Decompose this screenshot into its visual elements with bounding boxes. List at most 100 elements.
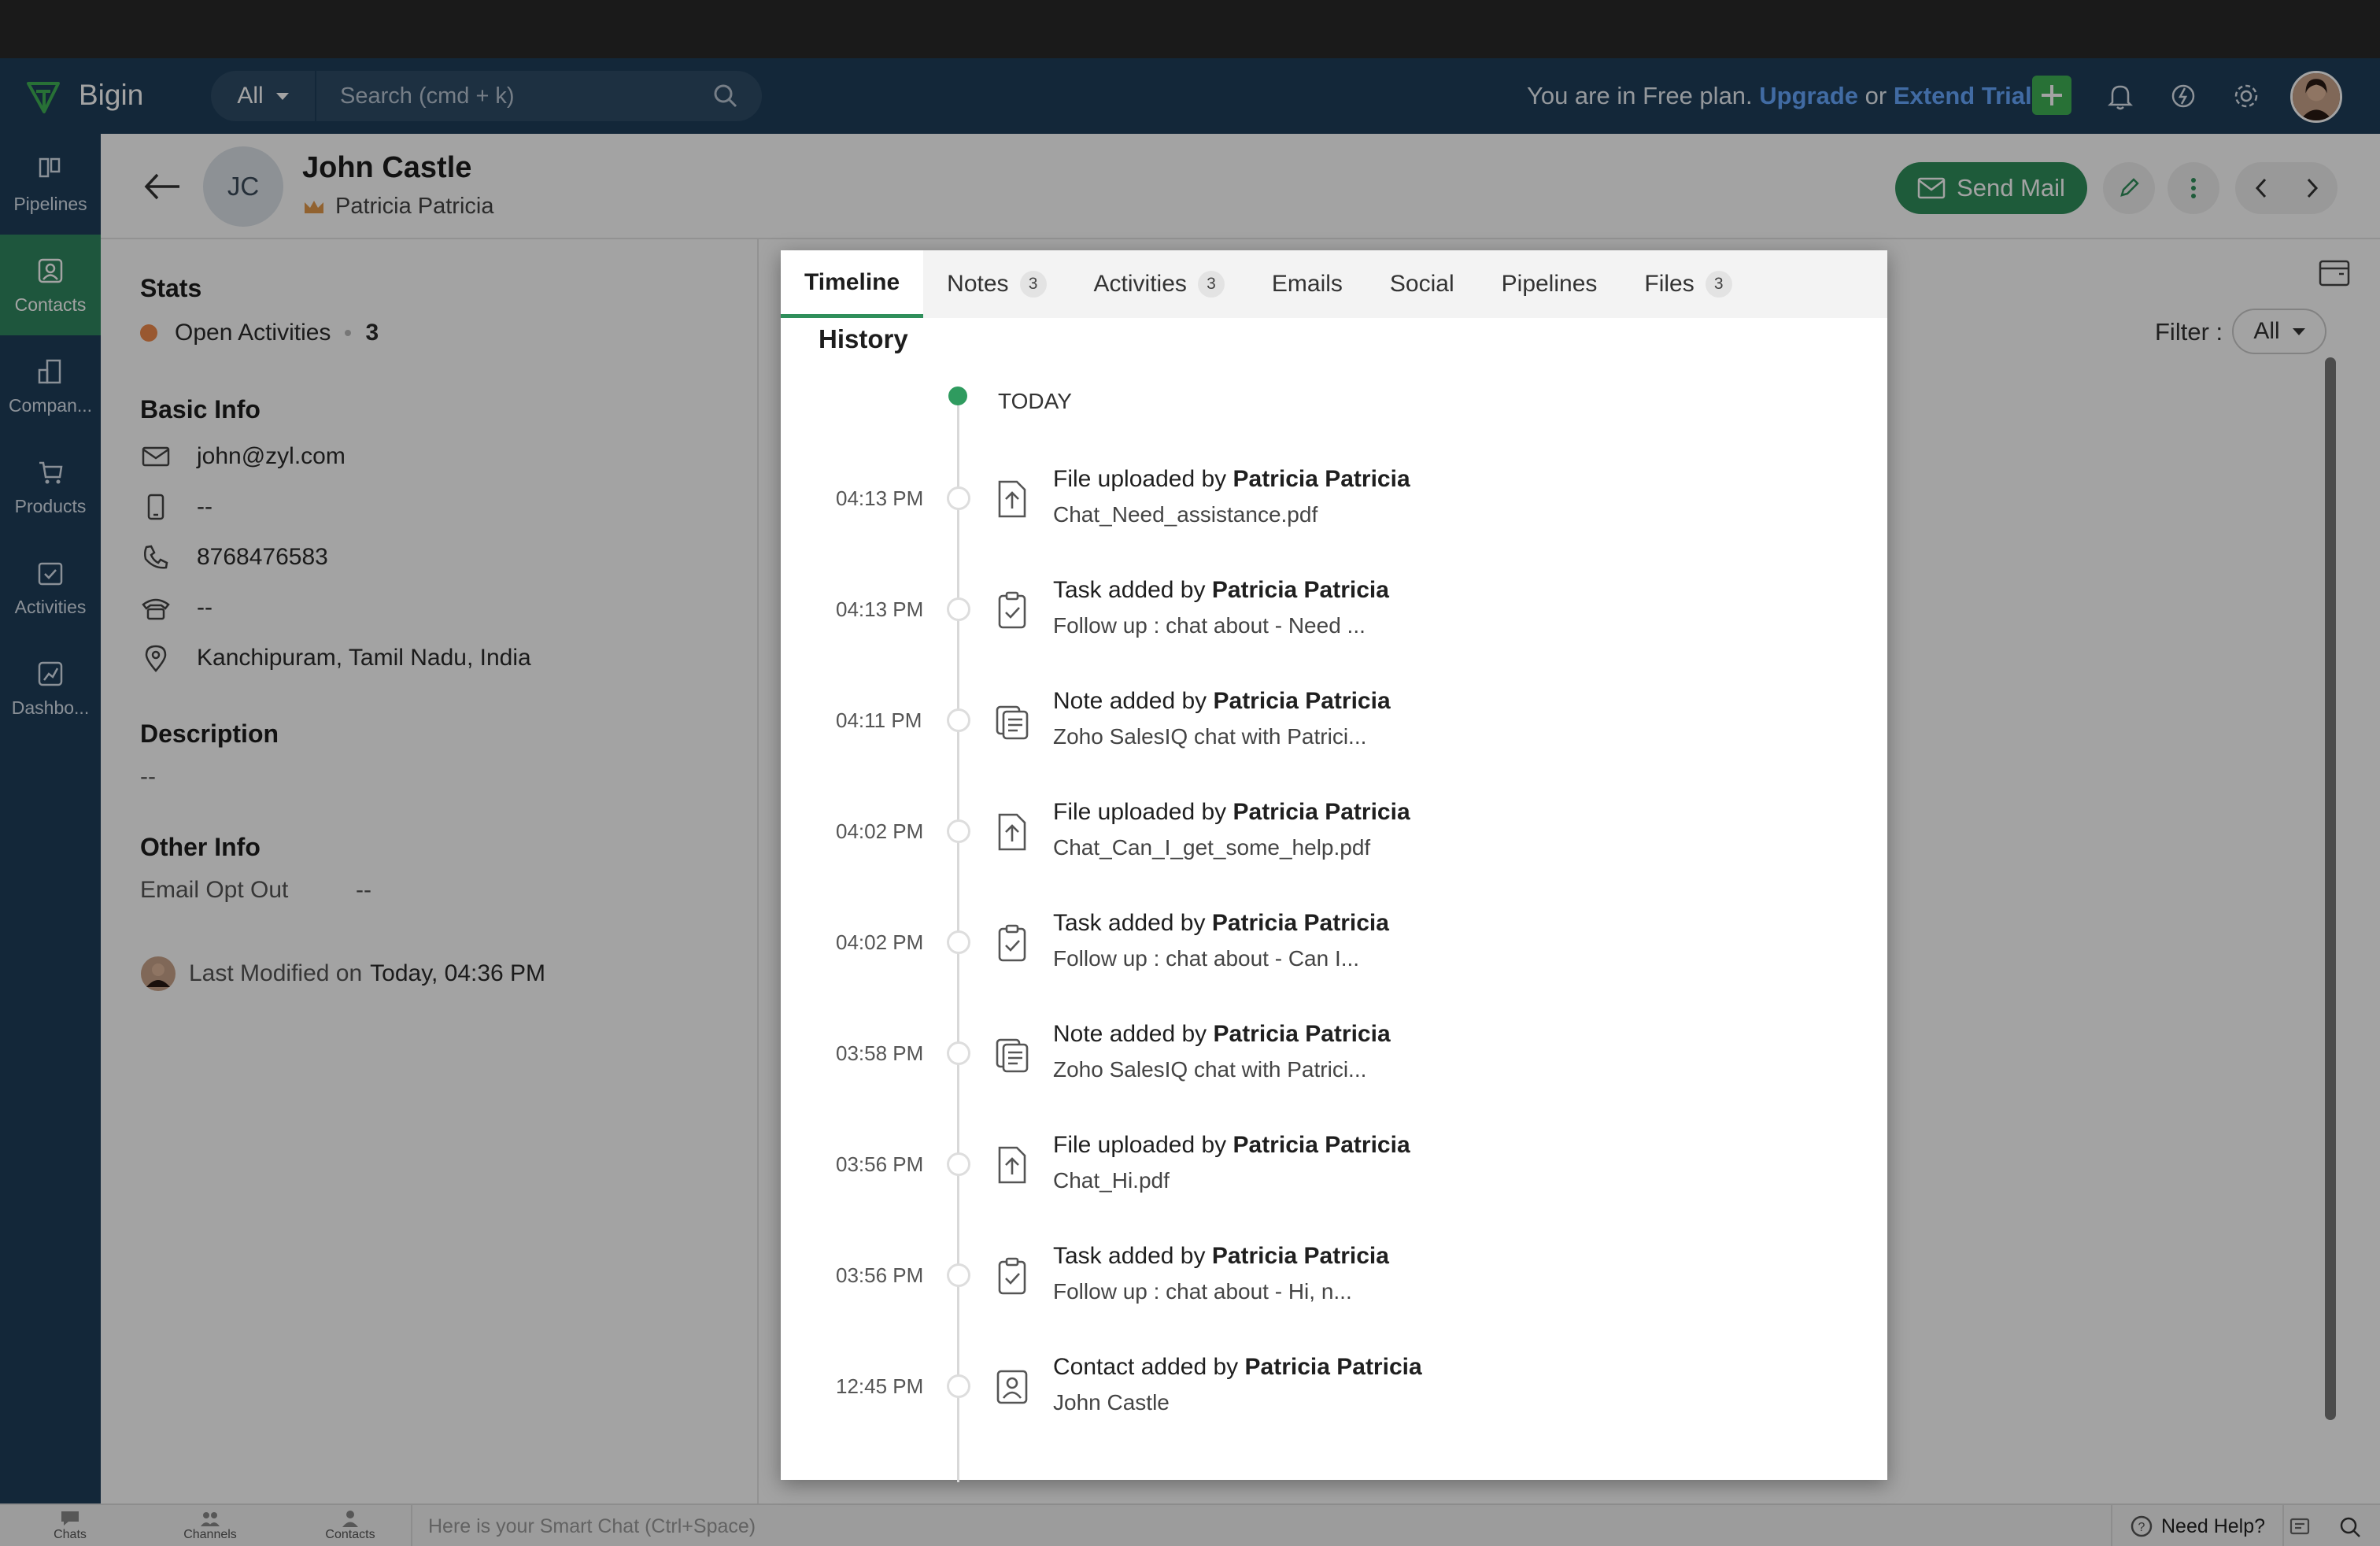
upgrade-link[interactable]: Upgrade [1759,82,1858,109]
need-help-button[interactable]: ? Need Help? [2111,1505,2285,1546]
owner-name[interactable]: Patricia Patricia [335,194,493,220]
timeline-event[interactable]: 04:13 PM Task added by Patricia Patricia F… [781,566,1887,660]
contacts-chat-button[interactable]: Contacts [280,1509,420,1542]
email-value[interactable]: john@zyl.com [197,443,346,470]
search-input[interactable]: Search (cmd + k) [316,83,710,109]
filter-dropdown[interactable]: All [2232,309,2326,354]
tab-emails[interactable]: Emails [1248,250,1366,318]
event-user[interactable]: Patricia Patricia [1212,1243,1389,1269]
event-detail[interactable]: John Castle [1053,1390,1170,1415]
search-icon[interactable] [710,80,741,112]
tab-timeline[interactable]: Timeline [781,250,924,318]
search-icon[interactable] [2338,1515,2363,1540]
timeline-event[interactable]: 03:56 PM File uploaded by Patricia Patric… [781,1121,1887,1215]
tab-pipelines[interactable]: Pipelines [1478,250,1621,318]
products-icon [39,461,63,483]
event-user[interactable]: Patricia Patricia [1233,1132,1410,1158]
timeline-node [947,930,970,954]
search-scope-dropdown[interactable]: All [211,71,316,121]
open-activities-stat[interactable]: Open Activities 3 [140,320,379,346]
sidebar-item-dashboards[interactable]: Dashbo... [0,638,101,738]
phone-value[interactable]: 8768476583 [197,544,328,571]
edit-button[interactable] [2103,162,2155,214]
mail-icon [1917,177,1946,199]
timeline-event[interactable]: 04:11 PM Note added by Patricia Patricia Z… [781,677,1887,771]
need-help-label: Need Help? [2161,1515,2266,1537]
previous-record-button[interactable] [2235,162,2286,214]
sidebar-item-products[interactable]: Products [0,436,101,537]
timeline-event[interactable]: 03:56 PM Task added by Patricia Patricia F… [781,1232,1887,1326]
event-detail[interactable]: Chat_Need_assistance.pdf [1053,502,1318,527]
sidebar-item-label: Compan... [8,394,93,416]
bigin-logo-icon[interactable] [24,77,63,117]
mobile-value: -- [197,494,213,520]
event-title: Note added by Patricia Patricia [1053,688,1391,715]
event-user[interactable]: Patricia Patricia [1212,910,1389,936]
last-modified-row: Last Modified on Today, 04:36 PM [140,956,545,992]
next-record-button[interactable] [2286,162,2338,214]
sidebar-item-contacts[interactable]: Contacts [0,235,101,335]
channels-button[interactable]: Channels [140,1509,280,1542]
event-time: 04:13 PM [836,486,924,510]
bell-icon[interactable] [2103,79,2138,113]
event-detail[interactable]: Follow up : chat about - Can I... [1053,946,1359,971]
extend-trial-link[interactable]: Extend Trial [1894,82,2032,109]
help-icon: ? [2131,1515,2153,1537]
chevron-right-icon [2307,178,2318,198]
timeline-event[interactable]: 03:58 PM Note added by Patricia Patricia Z… [781,1010,1887,1104]
timeline-event[interactable]: 04:13 PM File uploaded by Patricia Patric… [781,455,1887,549]
pencil-icon [2120,178,2139,197]
timeline-event[interactable]: 04:02 PM File uploaded by Patricia Patric… [781,788,1887,882]
panel-toggle-icon[interactable] [2317,257,2352,291]
more-options-button[interactable] [2168,162,2219,214]
event-detail[interactable]: Zoho SalesIQ chat with Patrici... [1053,724,1366,749]
address-value: Kanchipuram, Tamil Nadu, India [197,645,531,671]
activity-pulse-icon[interactable] [2166,79,2201,113]
event-title: Contact added by Patricia Patricia [1053,1354,1422,1381]
tab-files[interactable]: Files 3 [1621,250,1755,318]
event-user[interactable]: Patricia Patricia [1214,688,1391,714]
event-detail[interactable]: Follow up : chat about - Need ... [1053,613,1366,638]
event-user[interactable]: Patricia Patricia [1212,577,1389,603]
timeline-event[interactable]: 04:02 PM Task added by Patricia Patricia F… [781,899,1887,993]
history-heading: History [819,324,908,353]
mobile-icon [147,494,164,520]
scrollbar[interactable] [2325,357,2336,1420]
sidebar-item-companies[interactable]: Compan... [0,335,101,436]
timeline-node [947,486,970,510]
plan-or: or [1864,82,1887,109]
tab-label: Social [1389,271,1454,297]
chats-button[interactable]: Chats [0,1509,140,1542]
send-mail-button[interactable]: Send Mail [1895,162,2087,214]
chevron-down-icon [2292,327,2305,335]
tab-activities[interactable]: Activities 3 [1070,250,1248,318]
event-detail[interactable]: Chat_Hi.pdf [1053,1168,1170,1193]
quick-create-button[interactable] [2032,76,2071,115]
sidebar-item-label: Contacts [14,294,87,315]
timeline-event[interactable]: 12:45 PM Contact added by Patricia Patric… [781,1343,1887,1437]
modifier-avatar-icon [141,956,176,991]
event-detail[interactable]: Chat_Can_I_get_some_help.pdf [1053,835,1370,860]
messages-icon[interactable] [2287,1515,2312,1540]
event-user[interactable]: Patricia Patricia [1233,466,1410,492]
event-action: File uploaded by [1053,466,1227,492]
back-arrow-icon[interactable] [140,167,184,206]
count-badge: 3 [1197,271,1225,298]
sidebar-item-activities[interactable]: Activities [0,537,101,638]
event-detail[interactable]: Follow up : chat about - Hi, n... [1053,1279,1352,1304]
event-user[interactable]: Patricia Patricia [1245,1354,1422,1380]
tab-label: Emails [1271,271,1343,297]
event-user[interactable]: Patricia Patricia [1233,799,1410,825]
event-detail[interactable]: Zoho SalesIQ chat with Patrici... [1053,1057,1366,1082]
event-title: Task added by Patricia Patricia [1053,577,1389,604]
event-user[interactable]: Patricia Patricia [1214,1021,1391,1047]
tab-social[interactable]: Social [1366,250,1478,318]
gear-icon[interactable] [2229,79,2264,113]
event-action: Note added by [1053,1021,1207,1047]
tab-notes[interactable]: Notes 3 [923,250,1070,318]
sidebar-item-pipelines[interactable]: Pipelines [0,134,101,235]
smart-chat-input[interactable]: Here is your Smart Chat (Ctrl+Space) [411,1505,756,1546]
user-avatar[interactable] [2290,71,2342,123]
email-opt-out-label: Email Opt Out [140,877,289,903]
basic-info-heading: Basic Info [140,395,261,423]
